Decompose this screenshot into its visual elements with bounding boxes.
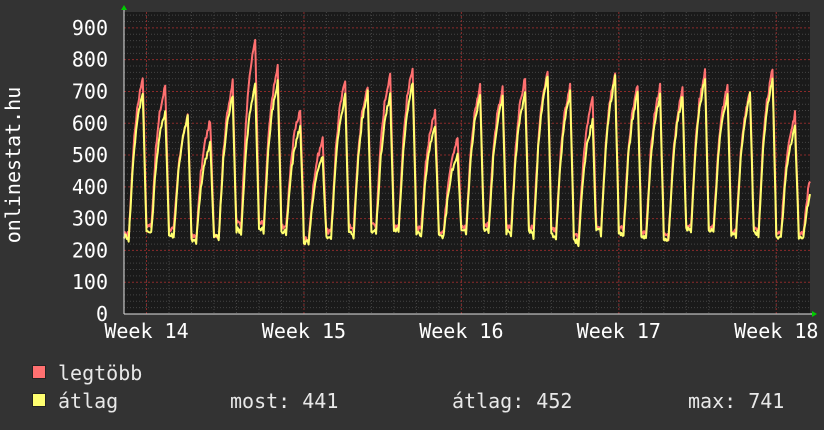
stat-average: átlag: 452 bbox=[452, 389, 573, 413]
chart-widget: 0 100 200 300 400 500 600 700 800 900 Week 14 Week … bbox=[0, 0, 824, 430]
legend-swatch-atlag bbox=[32, 393, 46, 407]
y-tick-label: 800 bbox=[72, 48, 108, 72]
y-tick-label: 300 bbox=[72, 207, 108, 231]
stat-current: most: 441 bbox=[230, 389, 339, 413]
x-tick-label: Week 17 bbox=[577, 319, 661, 343]
legend-swatch-legtobb bbox=[32, 365, 46, 379]
x-tick-label: Week 14 bbox=[104, 319, 188, 343]
y-tick-label: 200 bbox=[72, 238, 108, 262]
chart-canvas: 0100200300400500600700800900Week 14 Week … bbox=[1, 5, 818, 343]
legend-label-atlag: átlag bbox=[58, 389, 119, 413]
x-axis-arrow bbox=[812, 311, 817, 317]
y-tick-label: 100 bbox=[72, 270, 108, 294]
stat-max: max: 741 bbox=[688, 389, 785, 413]
y-axis-arrow bbox=[121, 5, 127, 10]
y-tick-label: 900 bbox=[72, 16, 108, 40]
x-tick-label: Week 18 bbox=[734, 319, 818, 343]
legend-label-legtobb: legtöbb bbox=[58, 361, 143, 385]
y-axis-label: onlinestat.hu bbox=[1, 87, 25, 244]
y-tick-label: 500 bbox=[72, 143, 108, 167]
x-tick-label: Week 15 bbox=[262, 319, 346, 343]
y-tick-label: 600 bbox=[72, 111, 108, 135]
y-tick-label: 400 bbox=[72, 175, 108, 199]
x-tick-label: Week 16 bbox=[419, 319, 503, 343]
y-tick-label: 700 bbox=[72, 79, 108, 103]
